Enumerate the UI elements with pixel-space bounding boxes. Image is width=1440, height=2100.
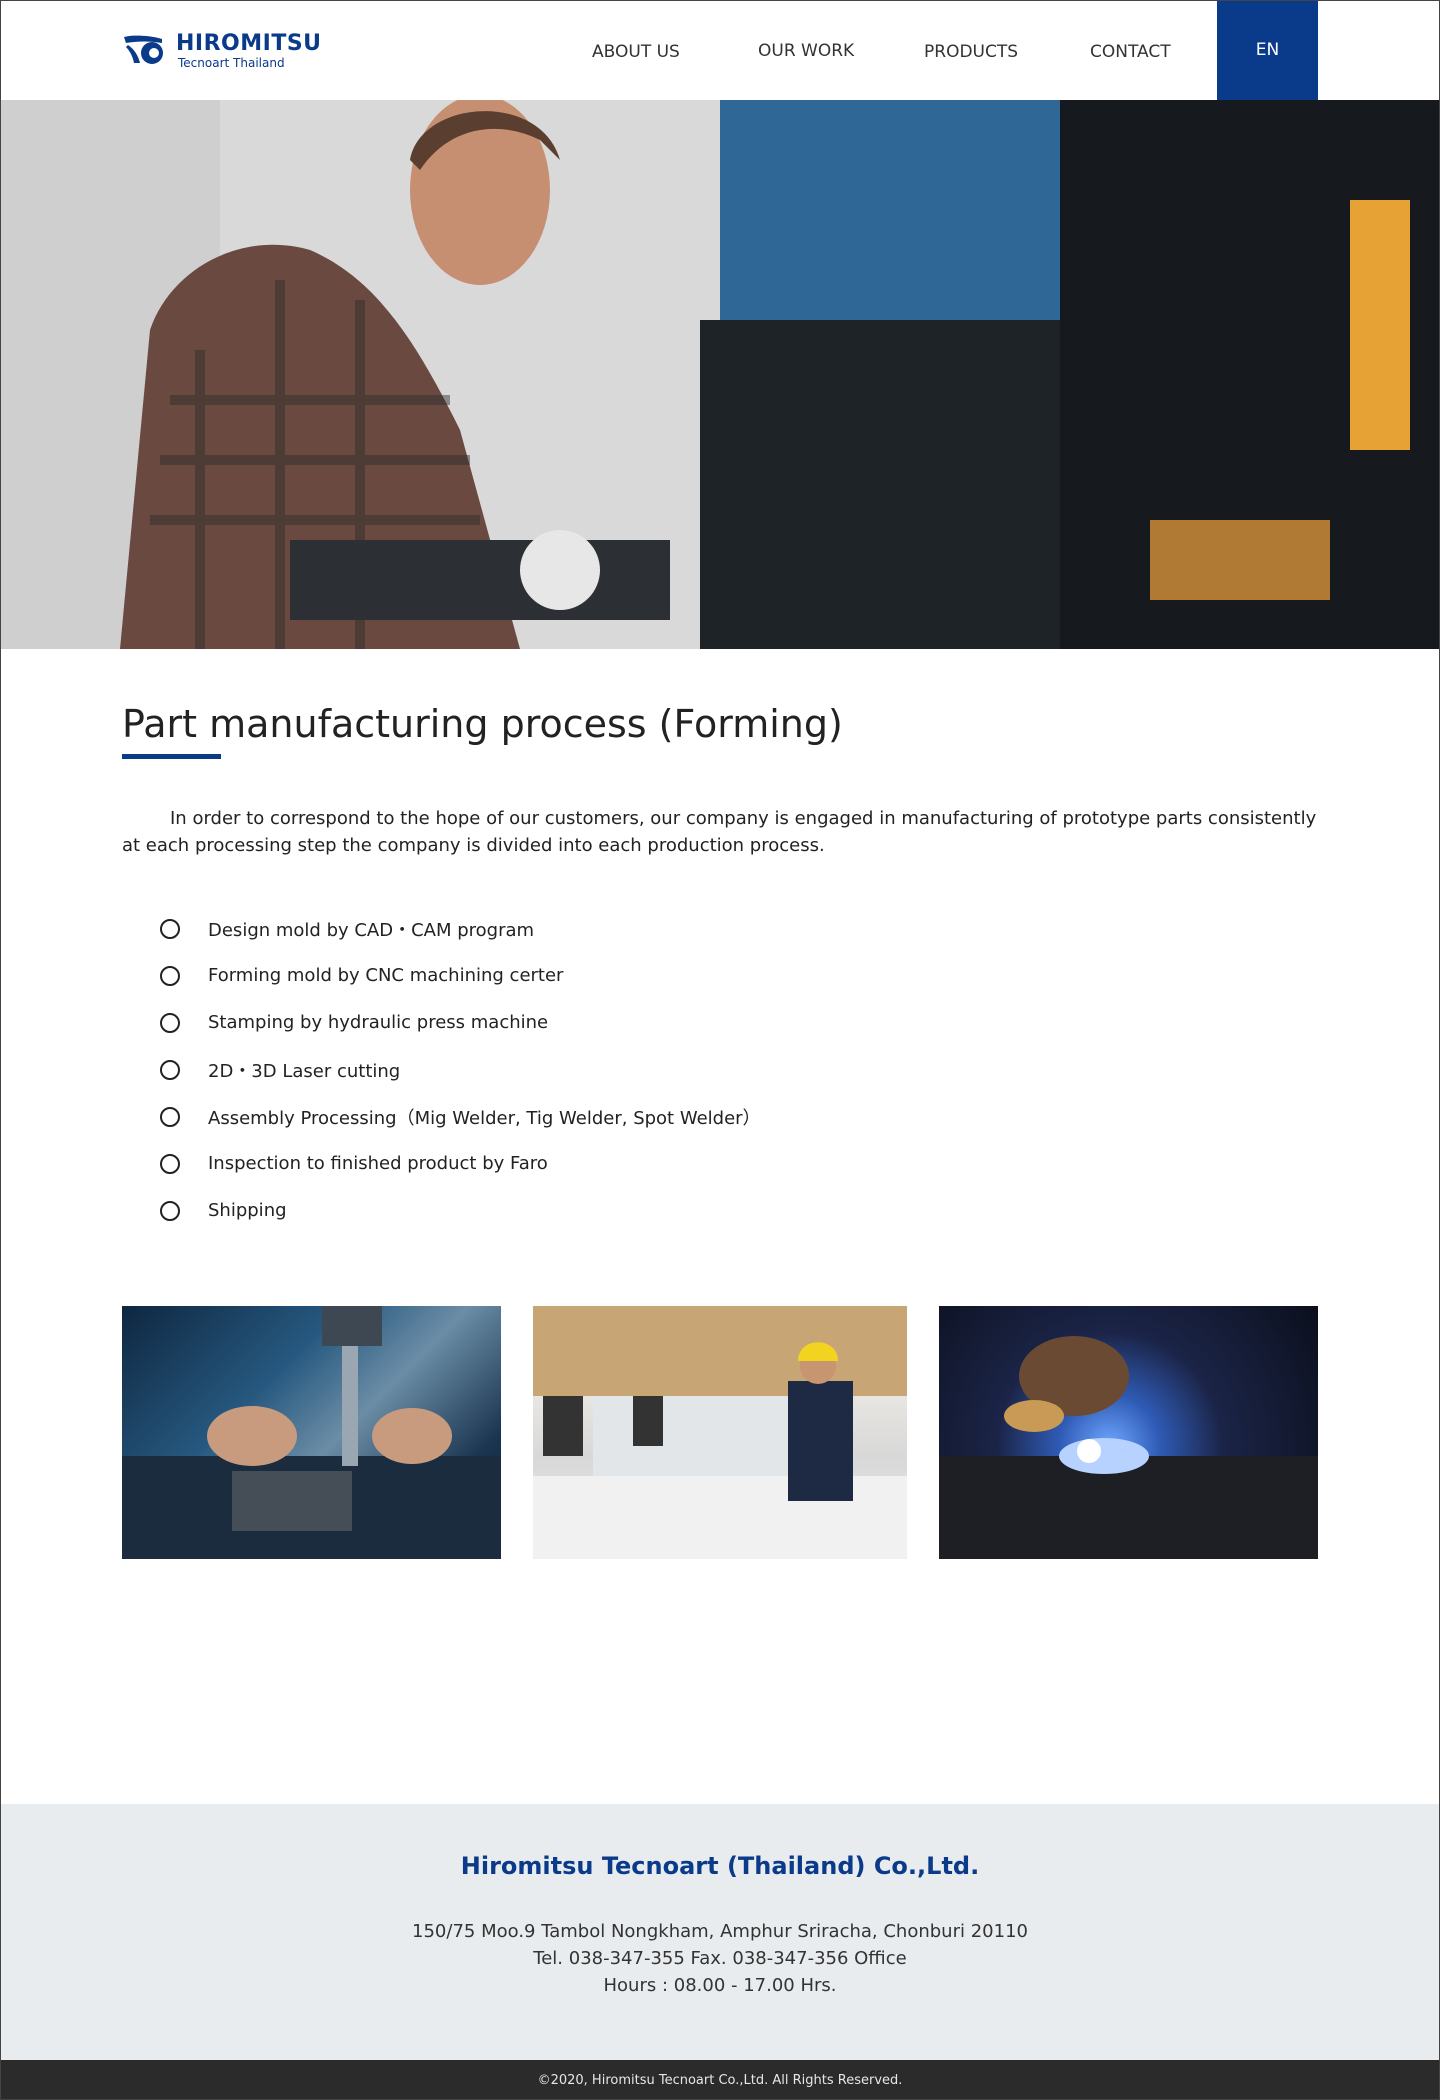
title-underline bbox=[122, 754, 221, 759]
footer-address: 150/75 Moo.9 Tambol Nongkham, Amphur Sri… bbox=[412, 1921, 1028, 1942]
process-step: Forming mold by CNC machining certer bbox=[160, 952, 761, 999]
nav-about-us[interactable]: ABOUT US bbox=[592, 42, 680, 62]
welding-photo bbox=[939, 1306, 1318, 1559]
hero-image bbox=[0, 100, 1440, 649]
site-header: HIROMITSU Tecnoart Thailand ABOUT US OUR… bbox=[0, 0, 1440, 100]
process-step-text: 2D・3D Laser cutting bbox=[208, 1060, 401, 1082]
footer-hours: Hours : 08.00 - 17.00 Hrs. bbox=[603, 1975, 837, 1996]
process-step-text: Assembly Processing（Mig Welder, Tig Weld… bbox=[208, 1107, 761, 1129]
footer-company-name: Hiromitsu Tecnoart (Thailand) Co.,Ltd. bbox=[460, 1852, 980, 1880]
process-step-text: Inspection to finished product by Faro bbox=[208, 1153, 548, 1174]
hero-worker-photo bbox=[0, 100, 1440, 649]
nav-contact[interactable]: CONTACT bbox=[1090, 42, 1171, 62]
circle-bullet-icon bbox=[160, 1200, 180, 1221]
process-step-text: Shipping bbox=[208, 1200, 287, 1221]
site-footer: Hiromitsu Tecnoart (Thailand) Co.,Ltd. 1… bbox=[0, 1804, 1440, 2060]
circle-bullet-icon bbox=[160, 918, 180, 939]
cnc-milling-photo bbox=[122, 1306, 501, 1559]
nav-products[interactable]: PRODUCTS bbox=[924, 42, 1018, 62]
factory-worker-photo bbox=[533, 1306, 907, 1559]
circle-bullet-icon bbox=[160, 1106, 180, 1127]
footer-phone: Tel. 038-347-355 Fax. 038-347-356 Office bbox=[533, 1948, 907, 1969]
circle-bullet-icon bbox=[160, 965, 180, 986]
process-step: Inspection to finished product by Faro bbox=[160, 1140, 761, 1187]
logo-name: HIROMITSU bbox=[176, 31, 322, 56]
circle-bullet-icon bbox=[160, 1153, 180, 1174]
process-list: Design mold by CAD・CAM program Forming m… bbox=[160, 905, 761, 1234]
page-title: Part manufacturing process (Forming) bbox=[122, 702, 843, 746]
process-step: Design mold by CAD・CAM program bbox=[160, 905, 761, 952]
process-step-text: Design mold by CAD・CAM program bbox=[208, 919, 535, 941]
nav-our-work[interactable]: OUR WORK bbox=[758, 41, 854, 61]
process-step: Stamping by hydraulic press machine bbox=[160, 999, 761, 1046]
process-step: 2D・3D Laser cutting bbox=[160, 1046, 761, 1093]
circle-bullet-icon bbox=[160, 1012, 180, 1033]
circle-bullet-icon bbox=[160, 1059, 180, 1080]
logo-link[interactable]: HIROMITSU Tecnoart Thailand bbox=[122, 31, 322, 71]
logo-subtitle: Tecnoart Thailand bbox=[178, 56, 285, 70]
process-step-text: Stamping by hydraulic press machine bbox=[208, 1012, 549, 1033]
process-step: Shipping bbox=[160, 1187, 761, 1234]
process-step-text: Forming mold by CNC machining certer bbox=[208, 965, 564, 986]
process-step: Assembly Processing（Mig Welder, Tig Weld… bbox=[160, 1093, 761, 1140]
hiromitsu-logo-icon bbox=[124, 35, 163, 64]
intro-paragraph: In order to correspond to the hope of ou… bbox=[122, 808, 1317, 856]
language-switch-button[interactable]: EN bbox=[1217, 0, 1318, 100]
copyright-bar: ©2020, Hiromitsu Tecnoart Co.,Ltd. All R… bbox=[0, 2060, 1440, 2100]
